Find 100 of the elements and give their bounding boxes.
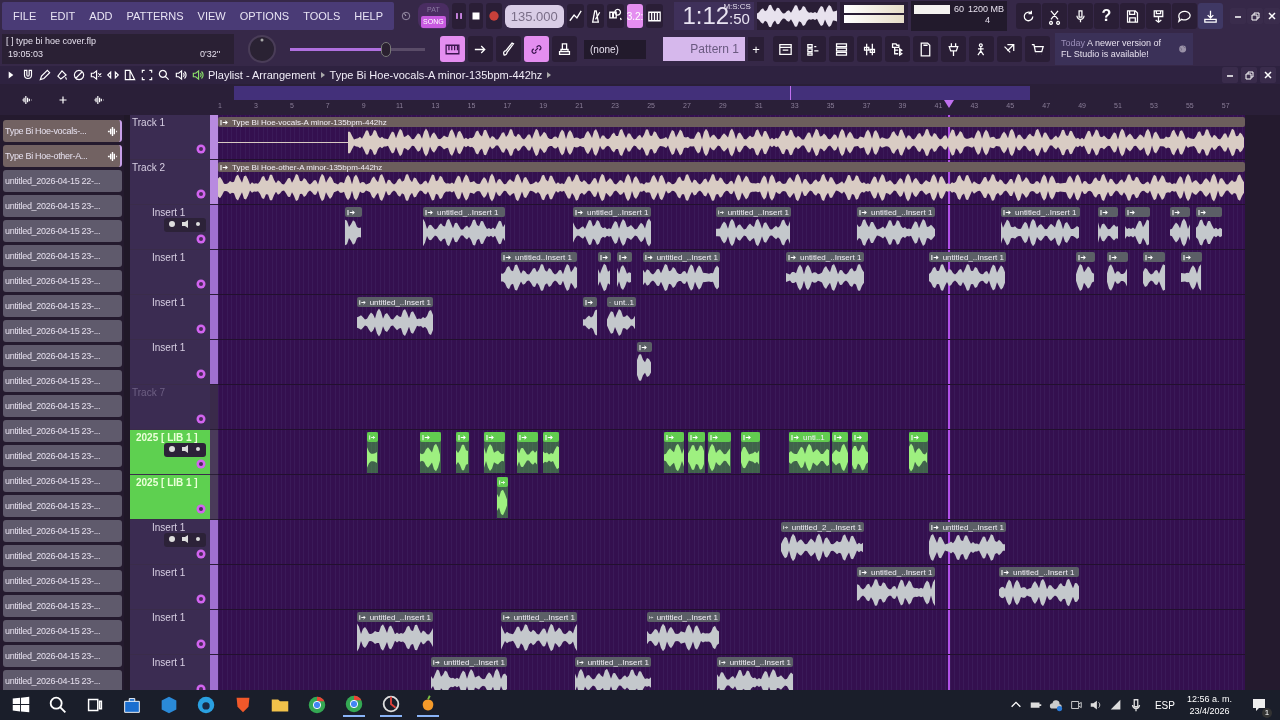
clock-date[interactable]: 23/4/2026 xyxy=(1189,705,1230,717)
menu-item[interactable]: VIEW xyxy=(190,10,233,22)
menu-item[interactable]: OPTIONS xyxy=(232,10,297,22)
clip-label: Type Bi Hoe-vocals-A minor-135bpm-442hz xyxy=(232,117,387,127)
audio-clip[interactable]: Type Bi Hoe-vocals-A minor-135bpm-442hz xyxy=(218,117,1245,158)
clip-label: untitled_..Insert 1 xyxy=(942,252,1004,262)
track-header[interactable]: Insert 1 xyxy=(130,520,210,565)
audio-clip[interactable]: untitled_..Insert 1 xyxy=(717,657,793,690)
menu-item[interactable]: PATTERNS xyxy=(119,10,191,22)
clip-label: untitled_..Insert 1 xyxy=(437,207,499,217)
menu-item[interactable]: TOOLS xyxy=(296,10,348,22)
clock-time[interactable]: 12:56 a. m. xyxy=(1186,693,1232,705)
audio-clip[interactable]: untitled_..Insert 1 xyxy=(1001,207,1080,248)
clip-label: untitled_..Insert 1 xyxy=(871,207,933,217)
picker-item[interactable]: untitled_2026-04-15 23-... xyxy=(3,345,122,367)
clip-label: untitled_..Insert 1 xyxy=(727,207,789,217)
clip-label: unti..1 xyxy=(803,432,825,442)
clip-label: untitled_..Insert 1 xyxy=(587,657,649,667)
track-header[interactable]: Insert 1 xyxy=(130,610,210,655)
audio-clip[interactable]: untitled_..Insert 1 xyxy=(647,612,720,653)
audio-clip[interactable]: untitled_..Insert 1 xyxy=(929,252,1006,293)
news-panel[interactable]: Today A newer version of FL Studio is available! xyxy=(1055,33,1193,65)
clip-label: untitled_..Insert 1 xyxy=(942,522,1004,532)
audio-clip[interactable]: unt..1 xyxy=(607,297,636,338)
picker-item[interactable]: untitled_2026-04-15 23-... xyxy=(3,420,122,442)
selected-clip-name[interactable]: Type Bi Hoe-vocals-A minor-135bpm-442hz xyxy=(329,69,543,81)
add-pattern-button[interactable]: + xyxy=(748,37,764,61)
audio-clip[interactable]: untitled_..Insert 1 xyxy=(857,207,935,248)
menu-item[interactable]: ADD xyxy=(82,10,120,22)
clip-label: untitled_..Insert 1 xyxy=(1015,207,1077,217)
notification-count: 1 xyxy=(1262,708,1272,718)
track-header[interactable]: Track 2 xyxy=(130,160,210,205)
clip-label: untitled_..Insert 1 xyxy=(656,252,718,262)
track-name: Track 1 xyxy=(132,117,165,128)
clip-label: Type Bi Hoe-other-A minor-135bpm-442hz xyxy=(232,162,383,172)
audio-clip[interactable]: untitled_..Insert 1 xyxy=(999,567,1079,608)
menu-item[interactable]: FILE xyxy=(6,10,44,22)
audio-clip[interactable]: untitled_..Insert 1 xyxy=(575,657,651,690)
language-indicator[interactable]: ESP xyxy=(1154,699,1175,711)
picker-item[interactable]: untitled_2026-04-15 23-... xyxy=(3,295,122,317)
audio-clip[interactable]: untitled_..Insert 1 xyxy=(716,207,791,248)
memory-value: 1200 MB xyxy=(967,4,1004,14)
audio-clip[interactable]: untitled..Insert 1 xyxy=(501,252,577,293)
clip-label: untitled_..Insert 1 xyxy=(587,207,649,217)
picker-item[interactable]: untitled_2026-04-15 23-... xyxy=(3,595,122,617)
audio-clip[interactable]: untitled_..Insert 1 xyxy=(786,252,864,293)
audio-clip[interactable]: untitled_..Insert 1 xyxy=(857,567,935,608)
picker-item[interactable]: untitled_2026-04-15 22-... xyxy=(3,170,122,192)
picker-item[interactable]: untitled_2026-04-15 23-... xyxy=(3,220,122,242)
time-centiseconds: :50 xyxy=(729,9,750,29)
picker-item[interactable]: untitled_2026-04-15 23-... xyxy=(3,645,122,667)
track-name: 2025 [ LIB 1 ] xyxy=(136,432,198,443)
picker-item[interactable]: untitled_2026-04-15 23-... xyxy=(3,370,122,392)
audio-clip[interactable]: untitled_..Insert 1 xyxy=(643,252,720,293)
picker-item[interactable]: untitled_2026-04-15 23-... xyxy=(3,570,122,592)
audio-clip[interactable]: untitled_..Insert 1 xyxy=(423,207,505,248)
track-header[interactable]: Insert 1 xyxy=(130,565,210,610)
polyphony-value: 4 xyxy=(985,15,990,25)
picker-item[interactable]: untitled_2026-04-15 23-... xyxy=(3,320,122,342)
audio-clip[interactable]: untitled_..Insert 1 xyxy=(357,612,433,653)
clip-label: untitled_..Insert 1 xyxy=(800,252,862,262)
audio-clip[interactable]: untitled_..Insert 1 xyxy=(431,657,507,690)
audio-clip[interactable]: untitled_..Insert 1 xyxy=(501,612,577,653)
news-message: Today A newer version of FL Studio is available! xyxy=(1061,38,1163,60)
picker-item[interactable]: Type Bi Hoe-vocals-... xyxy=(3,120,122,142)
track-header[interactable]: Insert 1 xyxy=(130,295,210,340)
track-name: Insert 1 xyxy=(152,252,186,263)
audio-clip[interactable]: untitled_..Insert 1 xyxy=(357,297,433,338)
help-button[interactable]: ? xyxy=(1094,3,1119,29)
picker-item[interactable]: untitled_2026-04-15 23-... xyxy=(3,495,122,517)
picker-item[interactable]: untitled_2026-04-15 23-... xyxy=(3,620,122,642)
track-header[interactable]: Insert 1 xyxy=(130,655,210,690)
audio-clip[interactable]: Type Bi Hoe-other-A minor-135bpm-442hz xyxy=(218,162,1245,203)
project-file: [ ] type bi hoe cover.flp xyxy=(6,36,97,46)
picker-item[interactable]: untitled_2026-04-15 23-... xyxy=(3,245,122,267)
clip-label: untitled_..Insert 1 xyxy=(871,567,933,577)
picker-item[interactable]: untitled_2026-04-15 23-... xyxy=(3,270,122,292)
picker-item[interactable]: Type Bi Hoe-other-A... xyxy=(3,145,122,167)
track-name: Insert 1 xyxy=(152,612,186,623)
audio-clip[interactable]: untitled_2_..Insert 1 xyxy=(781,522,864,563)
menu-item[interactable]: HELP xyxy=(347,10,391,22)
track-header[interactable]: Track 1 xyxy=(130,115,210,160)
audio-clip[interactable]: untitled_..Insert 1 xyxy=(573,207,651,248)
picker-item[interactable]: untitled_2026-04-15 23-... xyxy=(3,445,122,467)
pattern-selector[interactable]: Pattern 1 xyxy=(663,37,745,61)
track-name: 2025 [ LIB 1 ] xyxy=(136,477,198,488)
audio-clip[interactable]: untitled_..Insert 1 xyxy=(929,522,1006,563)
picker-item[interactable]: untitled_2026-04-15 23-... xyxy=(3,195,122,217)
picker-item[interactable]: untitled_2026-04-15 23-... xyxy=(3,545,122,567)
tempo-field[interactable]: 135.000 xyxy=(504,4,564,28)
channel-selector[interactable]: (none) xyxy=(584,39,646,59)
track-header[interactable]: Insert 1 xyxy=(130,205,210,250)
track-header[interactable]: Insert 1 xyxy=(130,250,210,295)
track-header[interactable]: Insert 1 xyxy=(130,340,210,385)
picker-item[interactable]: untitled_2026-04-15 23-... xyxy=(3,520,122,542)
picker-item[interactable]: untitled_2026-04-15 23-... xyxy=(3,670,122,690)
picker-item[interactable]: untitled_2026-04-15 23-... xyxy=(3,470,122,492)
picker-item[interactable]: untitled_2026-04-15 23-... xyxy=(3,395,122,417)
track-name: Track 2 xyxy=(132,162,165,173)
menu-item[interactable]: EDIT xyxy=(43,10,83,22)
